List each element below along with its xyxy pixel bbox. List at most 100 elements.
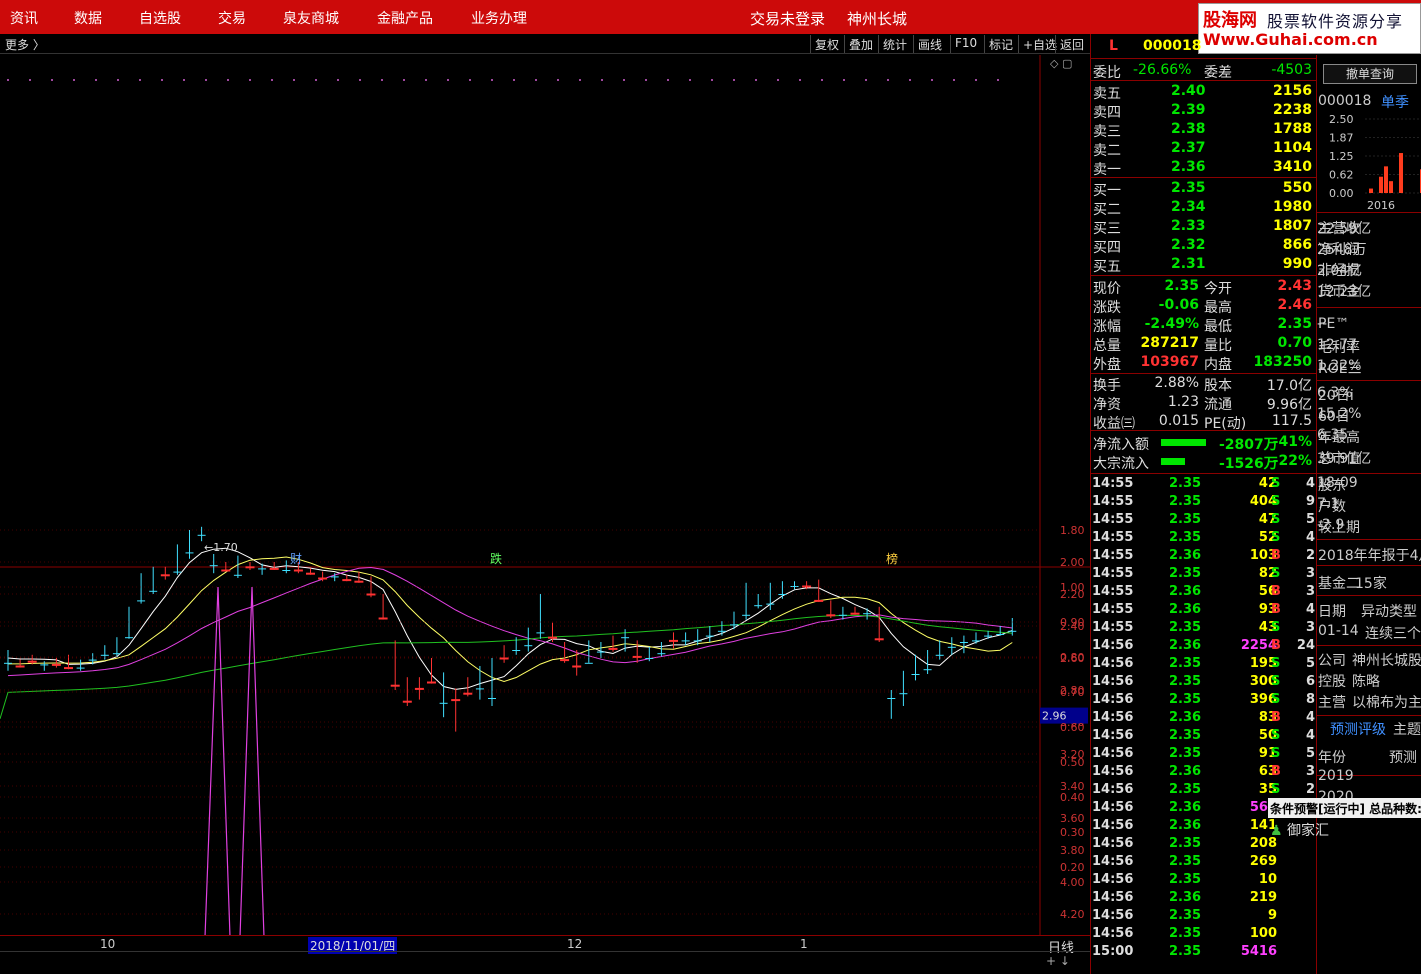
flow-bar: [1161, 458, 1185, 465]
tick-row[interactable]: 14:56 2.35 396 S 8: [1091, 691, 1317, 709]
flow-bar: [1161, 439, 1206, 446]
f10-tab-forecast[interactable]: 预测评级: [1330, 719, 1386, 739]
tick-row[interactable]: 14:56 2.35 10: [1091, 871, 1317, 889]
tick-row[interactable]: 14:55 2.36 93 B 4: [1091, 601, 1317, 619]
book-row[interactable]: 买五 2.31 990: [1091, 255, 1317, 275]
f10-value: 12.23亿: [1317, 284, 1372, 300]
top-marker-dot: [997, 79, 999, 81]
tick-row[interactable]: 15:00 2.35 5416: [1091, 943, 1317, 961]
tick-row[interactable]: 14:56 2.35 100: [1091, 925, 1317, 943]
book-row[interactable]: 买一 2.35 550: [1091, 179, 1317, 199]
menu-data[interactable]: 数据: [74, 8, 102, 28]
menu-business[interactable]: 业务办理: [471, 8, 527, 28]
candle: [125, 606, 133, 639]
event-finance-mark[interactable]: 财: [290, 552, 302, 566]
book-price: 2.33: [1171, 218, 1206, 234]
tick-row[interactable]: 14:56 2.36 83 B 4: [1091, 709, 1317, 727]
indicator-tick: 1.00: [1060, 581, 1085, 594]
tb-back-button[interactable]: 返回: [1055, 35, 1088, 53]
f10-bar-year: 2016: [1367, 199, 1395, 211]
book-row[interactable]: 卖三 2.38 1788: [1091, 120, 1317, 140]
stat-value: 103967: [1140, 354, 1199, 370]
tick-row[interactable]: 14:56 2.35 269: [1091, 853, 1317, 871]
book-row[interactable]: 卖四 2.39 2238: [1091, 101, 1317, 121]
top-marker-dot: [953, 79, 955, 81]
tb-f10-button[interactable]: F10: [950, 35, 981, 53]
tick-price: 2.35: [1169, 692, 1202, 707]
indicator-tick: 0.20: [1060, 861, 1085, 874]
stat-value: 9.96亿: [1266, 397, 1312, 413]
candle: [850, 606, 860, 615]
f10-earnings-bars: 2.50 1.87 1.25 0.62 0.00 2016: [1329, 113, 1421, 211]
diamond-icon[interactable]: ◇ ▢: [1050, 57, 1072, 70]
book-row[interactable]: 买三 2.33 1807: [1091, 217, 1317, 237]
f10-period-tab[interactable]: 单季: [1381, 92, 1409, 112]
menu-mall[interactable]: 泉友商城: [283, 8, 339, 28]
top-marker-dot: [469, 79, 471, 81]
book-row[interactable]: 买四 2.32 866: [1091, 236, 1317, 256]
tick-row[interactable]: 14:55 2.35 52 S 4: [1091, 529, 1317, 547]
tick-time: 14:56: [1092, 710, 1134, 725]
tick-row[interactable]: 14:56 2.35 91 S 5: [1091, 745, 1317, 763]
condition-alert-bar[interactable]: 条件预警[运行中] 总品种数:: [1268, 798, 1421, 818]
alert-item[interactable]: ♟ 御家汇: [1270, 820, 1329, 840]
kline-chart[interactable]: 4.604.404.204.003.803.603.403.203.002.80…: [0, 55, 1090, 935]
stat-row: 涨幅 -2.49% 最低 2.35: [1091, 315, 1317, 335]
tick-row[interactable]: 14:55 2.36 56 B 3: [1091, 583, 1317, 601]
book-row[interactable]: 卖一 2.36 3410: [1091, 158, 1317, 178]
flow-value: -2807万: [1219, 437, 1278, 453]
candle: [4, 650, 12, 671]
candle: [209, 554, 218, 574]
tick-side: B: [1271, 710, 1281, 725]
tick-price: 2.36: [1169, 602, 1202, 617]
stat-label: 净资: [1093, 397, 1121, 413]
tb-overlay-button[interactable]: 叠加: [844, 35, 877, 53]
event-rank-mark[interactable]: 榜: [886, 551, 898, 566]
tick-row[interactable]: 14:56 2.35 300 S 6: [1091, 673, 1317, 691]
f10-event-type[interactable]: 连续三个交: [1365, 623, 1421, 643]
login-status[interactable]: 交易未登录: [750, 8, 825, 29]
tick-time: 14:56: [1092, 782, 1134, 797]
tick-side: S: [1271, 746, 1281, 761]
book-row[interactable]: 卖五 2.40 2156: [1091, 82, 1317, 102]
divider: [1091, 430, 1317, 431]
candle: [269, 562, 279, 570]
menu-finance-products[interactable]: 金融产品: [377, 8, 433, 28]
book-row[interactable]: 买二 2.34 1980: [1091, 198, 1317, 218]
menu-watchlist[interactable]: 自选股: [139, 8, 181, 28]
tb-stats-button[interactable]: 统计: [878, 35, 911, 53]
menu-news[interactable]: 资讯: [10, 8, 38, 28]
tick-row[interactable]: 14:55 2.35 47 S 5: [1091, 511, 1317, 529]
zoom-controls[interactable]: + ↓: [1046, 954, 1070, 968]
tick-side: S: [1271, 512, 1281, 527]
tick-price: 2.36: [1169, 764, 1202, 779]
tb-mark-button[interactable]: 标记: [984, 35, 1017, 53]
cancel-query-button[interactable]: 撤单查询: [1323, 64, 1417, 84]
tick-row[interactable]: 14:55 2.36 103 B 2: [1091, 547, 1317, 565]
tick-row[interactable]: 14:56 2.35 50 S 4: [1091, 727, 1317, 745]
stat-label: 内盘: [1204, 357, 1232, 373]
divider: [1091, 177, 1317, 178]
tick-row[interactable]: 14:55 2.35 43 S 3: [1091, 619, 1317, 637]
f10-event-date[interactable]: 01-14: [1318, 623, 1359, 639]
tick-row[interactable]: 14:56 2.35 9: [1091, 907, 1317, 925]
f10-value: 15.2%: [1317, 406, 1362, 422]
f10-tab-theme[interactable]: 主题: [1393, 719, 1421, 739]
tick-row[interactable]: 14:55 2.35 82 S 3: [1091, 565, 1317, 583]
tb-fuquan-button[interactable]: 复权: [810, 35, 843, 53]
book-row[interactable]: 卖二 2.37 1104: [1091, 139, 1317, 159]
menu-trade[interactable]: 交易: [218, 8, 246, 28]
tick-row[interactable]: 14:56 2.36 2254 B 24: [1091, 637, 1317, 655]
f10-panel: 撤单查询 000018 单季 2.50 1.87 1.25 0.62 0.00 2016 …: [1316, 55, 1421, 974]
tick-row[interactable]: 14:55 2.35 42 S 4: [1091, 475, 1317, 493]
tick-row[interactable]: 14:56 2.36 63 B 3: [1091, 763, 1317, 781]
more-menu[interactable]: 更多 〉: [5, 36, 45, 53]
tick-row[interactable]: 14:56 2.36 219: [1091, 889, 1317, 907]
f10-bar-tick: 1.87: [1329, 132, 1354, 145]
event-drop-mark[interactable]: 跌: [490, 551, 502, 566]
tick-row[interactable]: 14:55 2.35 404 S 9: [1091, 493, 1317, 511]
tb-draw-button[interactable]: 画线: [913, 35, 946, 53]
tick-row[interactable]: 14:56 2.35 195 S 5: [1091, 655, 1317, 673]
stock-code[interactable]: 000018: [1143, 38, 1201, 54]
tick-row[interactable]: 14:56 2.35 35 S 2: [1091, 781, 1317, 799]
